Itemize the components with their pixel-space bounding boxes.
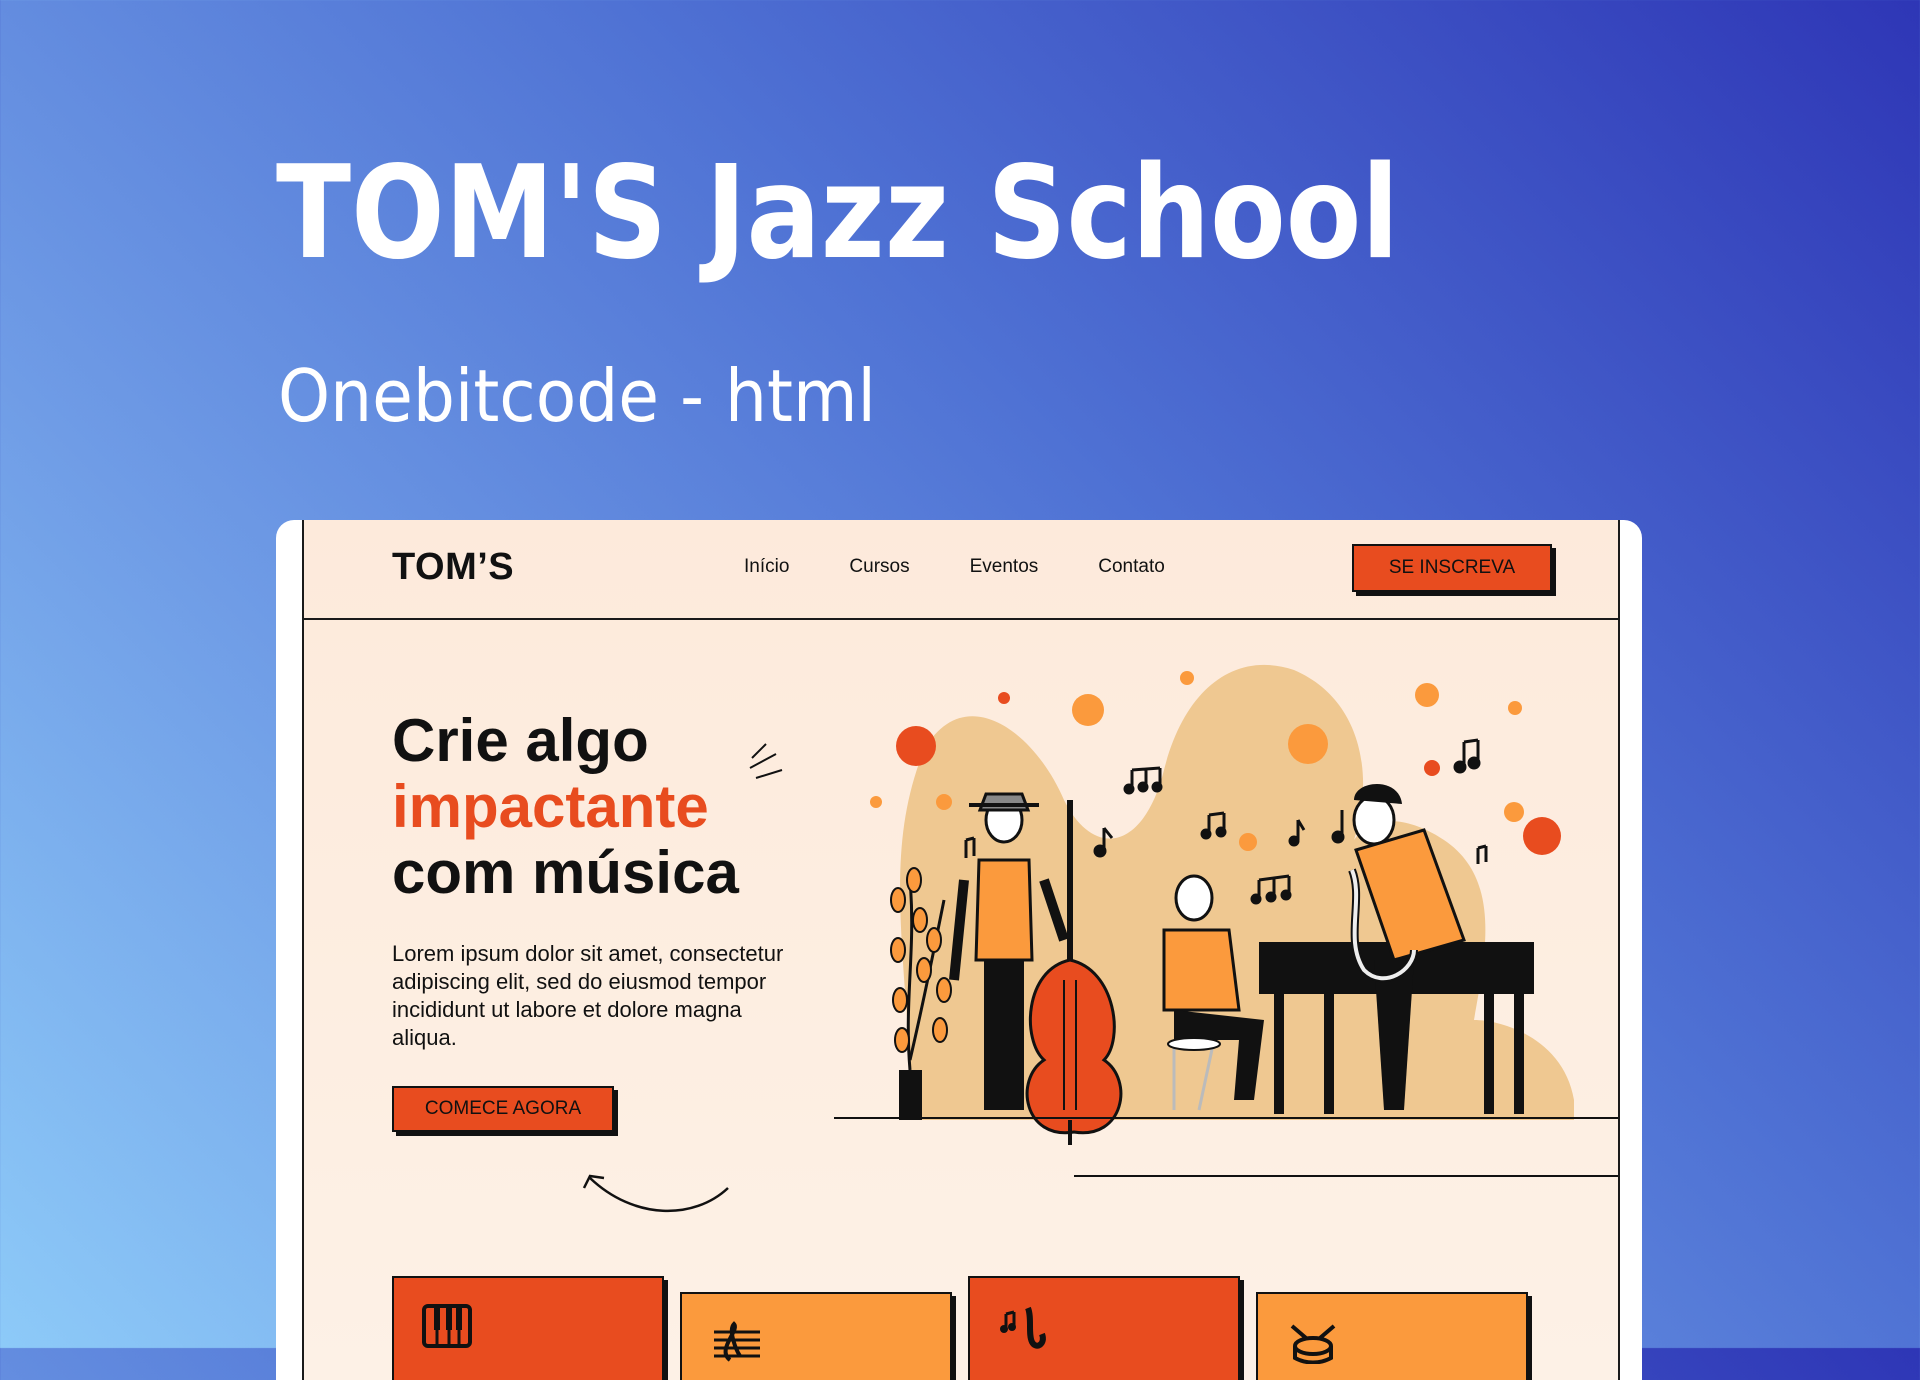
course-card-piano[interactable] xyxy=(392,1276,664,1380)
signup-button[interactable]: SE INSCREVA xyxy=(1352,544,1552,592)
background-shape xyxy=(900,664,1574,1120)
cover-title: TOM'S Jazz School xyxy=(276,139,1400,288)
decorative-dots xyxy=(870,671,1561,855)
saxophone-icon xyxy=(1000,1306,1046,1349)
course-card-saxophone[interactable] xyxy=(968,1276,1240,1380)
sax-player xyxy=(1348,784,1466,1110)
site-logo[interactable]: TOM’S xyxy=(392,546,514,589)
music-notes xyxy=(964,738,1488,905)
hero-description: Lorem ipsum dolor sit amet, consectetur … xyxy=(392,941,784,1050)
website-mockup: TOM’S Início Cursos Eventos Contato SE I… xyxy=(276,520,1642,1380)
website-page: TOM’S Início Cursos Eventos Contato SE I… xyxy=(302,520,1620,1380)
nav-link-contato[interactable]: Contato xyxy=(1098,556,1165,578)
start-now-button[interactable]: COMECE AGORA xyxy=(392,1086,614,1132)
hero-title: Crie algo impactante com música xyxy=(392,708,739,906)
music-staff-icon xyxy=(714,1321,760,1362)
hero-title-line-1: Crie algo xyxy=(392,707,649,774)
piano-player xyxy=(1162,874,1264,1111)
course-cards xyxy=(392,1276,1528,1380)
bass-player xyxy=(949,792,1069,1110)
grand-piano xyxy=(1259,942,1534,1114)
nav-link-cursos[interactable]: Cursos xyxy=(849,556,909,578)
course-card-theory[interactable] xyxy=(680,1292,952,1380)
site-header: TOM’S Início Cursos Eventos Contato SE I… xyxy=(304,520,1618,620)
nav-link-eventos[interactable]: Eventos xyxy=(970,556,1039,578)
plant xyxy=(890,867,952,1120)
double-bass xyxy=(1025,800,1123,1145)
hero-title-line-3: com música xyxy=(392,839,739,906)
hero-title-line-2: impactante xyxy=(392,773,709,840)
main-nav: Início Cursos Eventos Contato xyxy=(744,556,1165,578)
cover-subtitle: Onebitcode - html xyxy=(278,354,876,438)
course-card-drums[interactable] xyxy=(1256,1292,1528,1380)
nav-link-inicio[interactable]: Início xyxy=(744,556,789,578)
drums-icon xyxy=(1290,1324,1336,1364)
piano-icon xyxy=(422,1304,472,1348)
